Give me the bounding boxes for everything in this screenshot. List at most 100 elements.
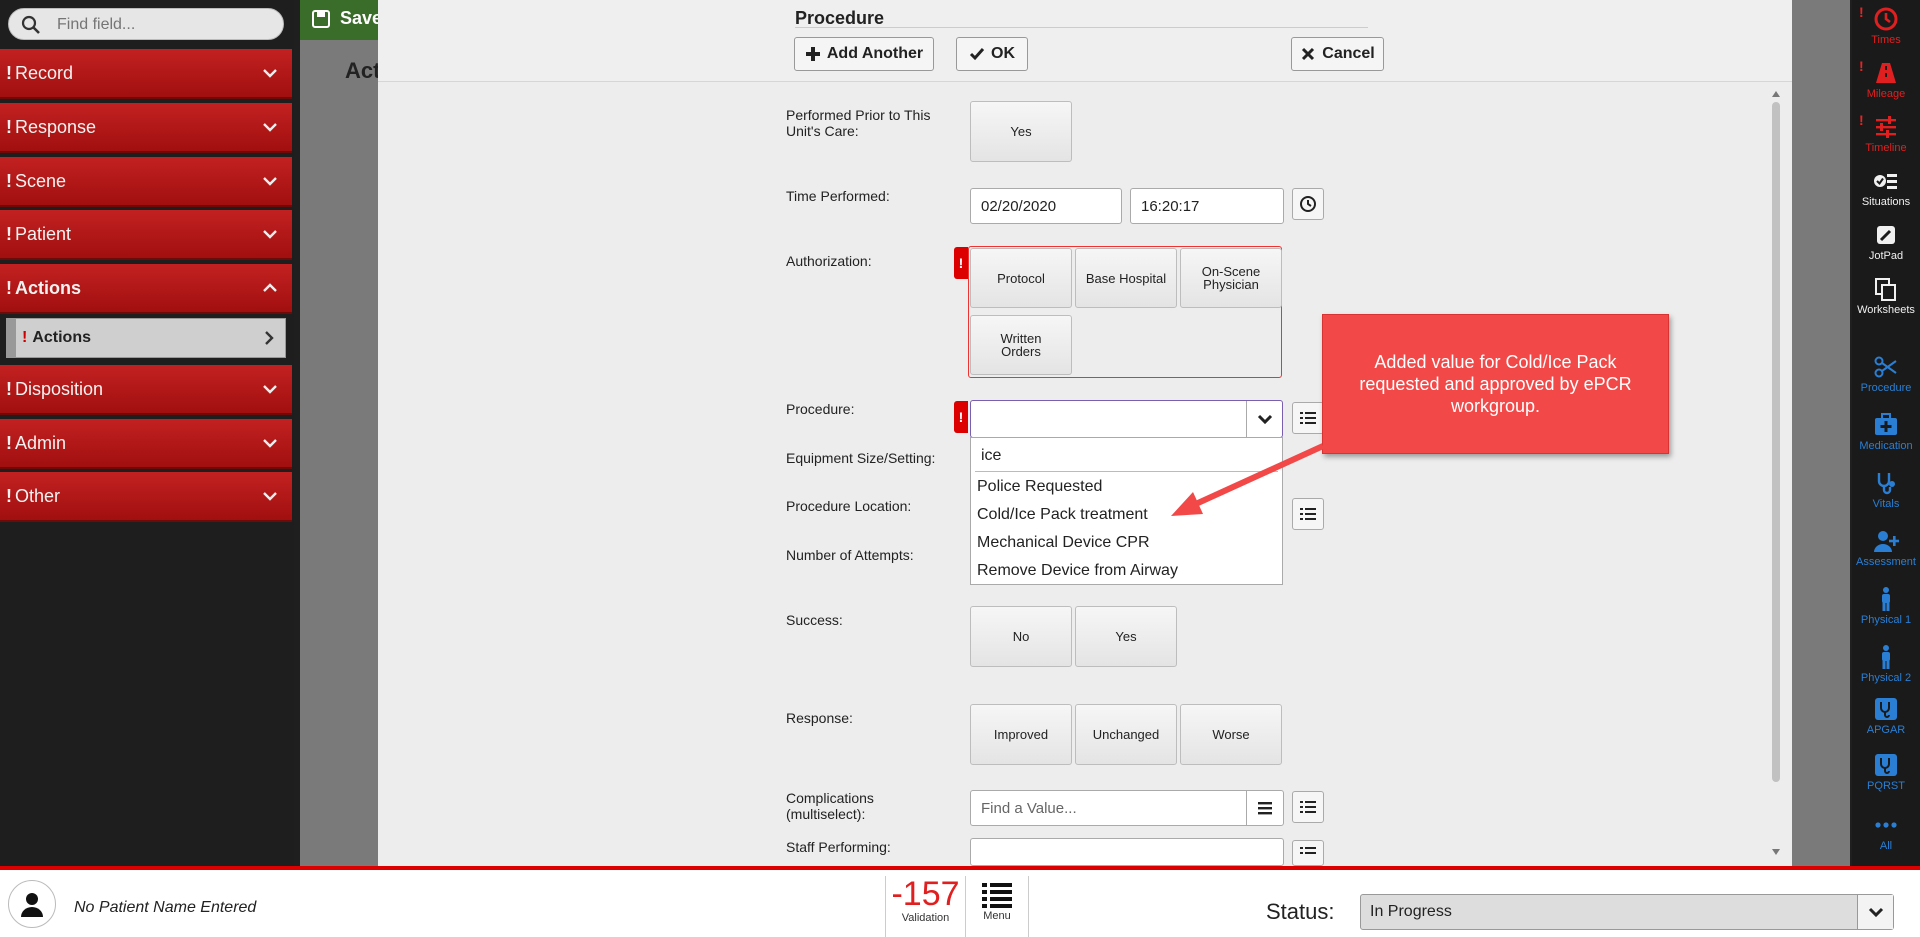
toolbar-label: Procedure [1860,382,1912,394]
add-another-label: Add Another [826,45,924,62]
toolbar-apgar[interactable]: APGAR [1852,690,1920,742]
status-select[interactable]: In Progress [1360,894,1894,930]
toolbar-label: PQRST [1867,780,1905,792]
authorization-on-scene-physician-button[interactable]: On-Scene Physician [1180,248,1282,308]
menu-list-icon [982,883,1012,908]
validation-count: -157 [891,875,960,913]
performed-prior-yes-button[interactable]: Yes [970,101,1072,162]
validation-button[interactable]: -157 Validation [885,876,965,937]
toolbar-label: All [1879,840,1893,852]
clock-icon [1300,196,1316,212]
status-value: In Progress [1370,903,1452,920]
sidebar-item-scene[interactable]: ! Scene [0,157,292,207]
complications-list-button[interactable] [1292,791,1324,823]
sidebar-item-other[interactable]: ! Other [0,472,292,522]
sidebar-item-label: Other [15,485,61,506]
time-now-button[interactable] [1292,188,1324,220]
staff-performing-label: Staff Performing: [786,839,891,855]
sidebar-item-label: Response [15,116,97,137]
toolbar-physical-1[interactable]: Physical 1 [1852,580,1920,632]
field-search-input[interactable] [57,13,272,37]
success-no-button[interactable]: No [970,606,1072,667]
cancel-label: Cancel [1322,45,1375,62]
clock-icon [1874,7,1898,31]
hamburger-icon [1258,802,1272,815]
sidebar-item-record[interactable]: ! Record [0,49,292,99]
toolbar-label: Medication [1859,440,1913,452]
success-yes-button[interactable]: Yes [1075,606,1177,667]
scroll-thumb[interactable] [1772,102,1780,782]
date-input[interactable]: 02/20/2020 [970,188,1122,224]
complications-menu-button[interactable] [1246,791,1283,825]
procedure-label: Procedure: [786,401,855,417]
toolbar-situations[interactable]: Situations [1852,162,1920,214]
menu-button[interactable]: Menu [965,876,1029,937]
toolbar-procedure[interactable]: Procedure [1852,348,1920,400]
staff-list-button[interactable] [1292,840,1324,866]
toolbar-label: Worksheets [1857,304,1915,316]
response-unchanged-button[interactable]: Unchanged [1075,704,1177,765]
toolbar-all[interactable]: All [1852,806,1920,858]
medkit-icon [1875,413,1897,435]
chevron-right-icon [265,331,274,345]
toolbar-medication[interactable]: Medication [1852,406,1920,458]
sidebar-item-patient[interactable]: ! Patient [0,210,292,260]
status-dropdown-toggle[interactable] [1857,895,1893,929]
toolbar-assessment[interactable]: Assessment [1852,522,1920,574]
chevron-down-icon [263,439,277,448]
toolbar-timeline[interactable]: ! Timeline [1852,108,1920,160]
chevron-down-icon [1257,414,1272,425]
response-improved-button[interactable]: Improved [970,704,1072,765]
bottom-bar: No Patient Name Entered -157 Validation … [0,870,1920,937]
authorization-written-orders-button[interactable]: Written Orders [970,315,1072,375]
alert-mark: ! [6,485,12,506]
sidebar-item-actions[interactable]: ! Actions [0,264,292,314]
patient-name: No Patient Name Entered [74,899,257,916]
toolbar-times[interactable]: ! Times [1852,0,1920,52]
toolbar-jotpad[interactable]: JotPad [1852,216,1920,268]
checklist-icon [1874,174,1897,189]
field-search[interactable] [8,8,284,40]
dropdown-option[interactable]: Police Requested [977,478,1102,496]
chevron-up-icon [263,283,277,292]
toolbar-label: Mileage [1866,88,1906,100]
ok-button[interactable]: OK [956,37,1028,71]
dropdown-option[interactable]: Remove Device from Airway [977,562,1178,580]
check-icon [969,48,985,61]
staff-performing-select[interactable] [970,838,1284,866]
dropdown-option[interactable]: Cold/Ice Pack treatment [977,506,1148,524]
response-worse-button[interactable]: Worse [1180,704,1282,765]
toolbar-label: Assessment [1856,556,1916,568]
complications-input[interactable]: Find a Value... [970,790,1284,826]
toolbar-pqrst[interactable]: PQRST [1852,746,1920,798]
procedure-select[interactable] [970,400,1283,438]
authorization-label: Authorization: [786,253,872,269]
sidebar-item-response[interactable]: ! Response [0,103,292,153]
toolbar-label: APGAR [1866,724,1906,736]
dropdown-option[interactable]: Mechanical Device CPR [977,534,1150,552]
modal-scrollbar[interactable] [1770,90,1782,860]
sidebar-subitem-actions[interactable]: ! Actions [6,318,286,358]
toolbar-physical-2[interactable]: Physical 2 [1852,638,1920,690]
chevron-down-icon [1868,907,1883,918]
toolbar-worksheets[interactable]: Worksheets [1852,270,1920,322]
authorization-base-hospital-button[interactable]: Base Hospital [1075,248,1177,308]
complications-label: Complications (multiselect): [786,790,874,822]
right-toolbar: ! Times ! Mileage ! Timeline Situations … [1852,0,1920,866]
cancel-button[interactable]: Cancel [1291,37,1384,71]
sidebar-item-admin[interactable]: ! Admin [0,419,292,469]
procedure-list-button[interactable] [1292,402,1324,434]
sidebar-item-disposition[interactable]: ! Disposition [0,365,292,415]
list-icon [1300,801,1316,813]
number-of-attempts-label: Number of Attempts: [786,547,914,563]
time-input[interactable]: 16:20:17 [1130,188,1284,224]
dropdown-toggle[interactable] [1246,401,1282,437]
avatar[interactable] [8,880,56,928]
ellipsis-icon [1875,822,1897,828]
required-indicator: ! [954,401,968,433]
toolbar-vitals[interactable]: Vitals [1852,464,1920,516]
add-another-button[interactable]: Add Another [794,37,934,71]
authorization-protocol-button[interactable]: Protocol [970,248,1072,308]
toolbar-mileage[interactable]: ! Mileage [1852,54,1920,106]
search-icon [21,15,40,34]
